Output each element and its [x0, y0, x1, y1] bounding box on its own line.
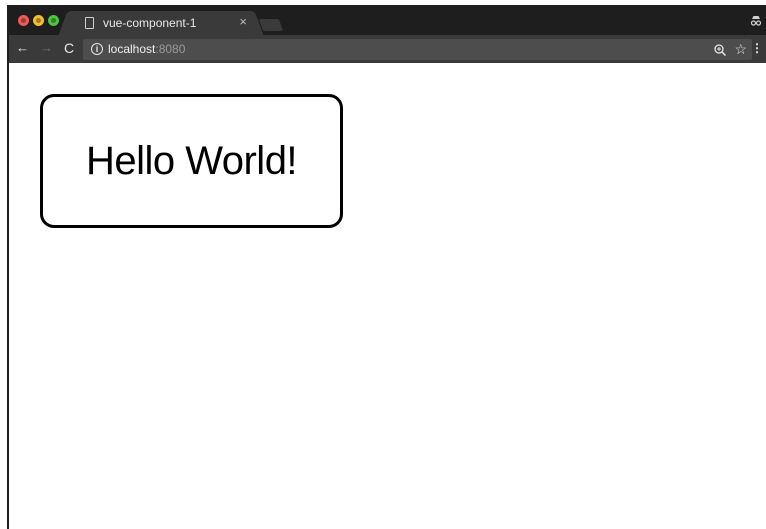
browser-window: vue-component-1 × ← → C i localhost:8080…	[7, 5, 766, 529]
window-maximize-button[interactable]	[48, 15, 59, 26]
url-port: :8080	[155, 42, 186, 56]
browser-toolbar: ← → C i localhost:8080 ☆ ⋮	[9, 35, 766, 63]
hello-text: Hello World!	[85, 138, 298, 183]
hello-card: Hello World!	[40, 94, 343, 228]
incognito-icon[interactable]	[750, 14, 762, 26]
tab-title: vue-component-1	[103, 16, 197, 30]
reload-button[interactable]: C	[64, 40, 74, 56]
site-info-icon[interactable]: i	[91, 43, 103, 55]
bookmark-star-icon[interactable]: ☆	[734, 41, 747, 57]
tab-active[interactable]: vue-component-1 ×	[71, 11, 251, 35]
tab-strip: vue-component-1 ×	[9, 5, 766, 35]
zoom-icon[interactable]	[713, 43, 727, 57]
tab-close-icon[interactable]: ×	[239, 14, 247, 29]
window-close-button[interactable]	[18, 15, 29, 26]
url-text: localhost:8080	[108, 42, 185, 56]
window-minimize-button[interactable]	[33, 15, 44, 26]
new-tab-button[interactable]	[258, 19, 284, 31]
url-host: localhost	[108, 42, 156, 56]
browser-menu-icon[interactable]: ⋮	[751, 41, 763, 55]
forward-button[interactable]: →	[40, 40, 53, 56]
back-button[interactable]: ←	[16, 40, 29, 56]
page-viewport: Hello World!	[9, 63, 766, 529]
document-icon	[85, 17, 94, 29]
address-bar[interactable]: i localhost:8080 ☆	[83, 39, 752, 60]
